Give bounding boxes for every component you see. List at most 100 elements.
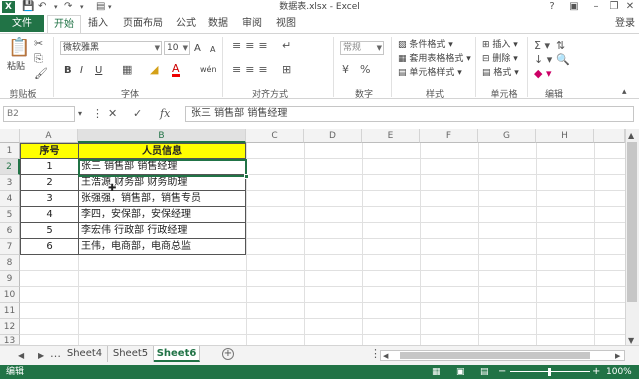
fill-icon[interactable]: ↓ ▾ [534, 54, 552, 66]
row-header[interactable]: 8 [0, 255, 20, 271]
ribbon-display-icon[interactable]: ▣ [563, 0, 585, 14]
table-cell-seq[interactable]: 1 [20, 159, 79, 175]
row-header[interactable]: 3 [0, 175, 20, 191]
header-cell-info[interactable]: 人员信息 [78, 143, 246, 159]
fill-color-icon[interactable]: ◢ [150, 64, 158, 76]
tab-home[interactable]: 开始 [47, 15, 81, 33]
collapse-ribbon-icon[interactable]: ▴ [622, 86, 627, 98]
name-box[interactable]: B2 [3, 106, 75, 122]
align-top-icons[interactable]: ≡≡≡ [232, 40, 272, 52]
scroll-left-icon[interactable]: ◀ [383, 350, 388, 362]
col-header-c[interactable]: C [246, 129, 304, 143]
grow-font-button[interactable]: A [194, 43, 201, 54]
row-header[interactable]: 6 [0, 223, 20, 239]
close-button[interactable]: ✕ [619, 0, 639, 14]
tab-formulas[interactable]: 公式 [172, 15, 200, 33]
scroll-right-icon[interactable]: ▶ [615, 350, 620, 362]
format-painter-icon[interactable]: 🖌 [34, 68, 48, 80]
table-cell-info[interactable]: 李宏伟 行政部 行政经理 [78, 223, 246, 239]
save-icon[interactable]: 💾 [22, 1, 34, 13]
shrink-font-button[interactable]: A [210, 44, 215, 55]
quick-access-icon[interactable]: ▤ [96, 1, 105, 13]
name-box-dropdown-icon[interactable]: ▾ [78, 108, 82, 120]
help-button[interactable]: ? [541, 0, 563, 14]
add-sheet-icon[interactable]: + [222, 348, 234, 360]
col-header-e[interactable]: E [362, 129, 420, 143]
phonetic-button[interactable]: wén [200, 64, 217, 75]
paste-icon[interactable]: 📋 [8, 38, 30, 58]
sort-filter-icon[interactable]: ⇅ [556, 40, 565, 52]
table-cell-info[interactable]: 王浩源 财务部 财务助理 [78, 175, 246, 191]
redo-dropdown-icon[interactable]: ▾ [80, 1, 84, 13]
sheet-next-icon[interactable]: ▶ [38, 350, 44, 362]
formula-input[interactable]: 张三 销售部 销售经理 [185, 106, 634, 122]
zoom-slider-thumb[interactable] [548, 368, 551, 376]
col-header-h[interactable]: H [536, 129, 594, 143]
page-break-view-icon[interactable]: ▤ [480, 366, 489, 378]
customize-qat-icon[interactable]: ▾ [108, 1, 112, 13]
tab-view[interactable]: 视图 [272, 15, 300, 33]
autosum-icon[interactable]: Σ ▾ [534, 40, 550, 52]
paste-button[interactable]: 粘贴 [7, 62, 25, 73]
sheet-more-icon[interactable]: … [50, 348, 61, 360]
undo-icon[interactable]: ↶ [38, 1, 46, 13]
tab-data[interactable]: 数据 [204, 15, 232, 33]
scroll-up-icon[interactable]: ▲ [628, 130, 634, 142]
table-cell-info[interactable]: 张强强，销售部，销售专员 [78, 191, 246, 207]
col-header-b[interactable]: B [78, 129, 246, 143]
redo-icon[interactable]: ↷ [64, 1, 72, 13]
find-select-icon[interactable]: 🔍 [556, 54, 570, 66]
table-cell-info[interactable]: 李四，安保部，安保经理 [78, 207, 246, 223]
italic-button[interactable]: I [80, 65, 83, 76]
tab-insert[interactable]: 插入 [84, 15, 112, 33]
zoom-level[interactable]: 100% [606, 365, 632, 379]
clear-icon[interactable]: ◆ ▾ [534, 68, 551, 80]
format-cells-button[interactable]: ▤ 格式 ▾ [482, 68, 519, 79]
tab-page-layout[interactable]: 页面布局 [118, 15, 168, 33]
borders-icon[interactable]: ▦ [122, 64, 132, 76]
copy-icon[interactable]: ⎘ [34, 53, 43, 65]
undo-dropdown-icon[interactable]: ▾ [54, 1, 58, 13]
tab-review[interactable]: 审阅 [238, 15, 266, 33]
table-cell-info[interactable]: 王伟，电商部，电商总监 [78, 239, 246, 255]
bold-button[interactable]: B [64, 65, 72, 76]
font-name-select[interactable]: 微软雅黑 ▼ [60, 41, 162, 55]
underline-button[interactable]: U [95, 65, 102, 76]
currency-icon[interactable]: ¥ [342, 64, 349, 76]
merge-icon[interactable]: ⊞ [282, 64, 291, 76]
delete-cells-button[interactable]: ⊟ 删除 ▾ [482, 54, 518, 65]
row-header[interactable]: 1 [0, 143, 20, 159]
font-size-select[interactable]: 10 ▼ [164, 41, 190, 55]
cell-styles-button[interactable]: ▤ 单元格样式 ▾ [398, 68, 462, 79]
page-layout-view-icon[interactable]: ▣ [456, 366, 465, 378]
cancel-icon[interactable]: ✕ [108, 108, 117, 120]
col-header-d[interactable]: D [304, 129, 362, 143]
fill-handle[interactable] [244, 174, 249, 179]
table-cell-seq[interactable]: 6 [20, 239, 79, 255]
row-header[interactable]: 9 [0, 271, 20, 287]
font-color-button[interactable]: A [172, 63, 180, 77]
row-header[interactable]: 11 [0, 303, 20, 319]
zoom-out-button[interactable]: − [498, 365, 506, 379]
table-cell-seq[interactable]: 4 [20, 207, 79, 223]
row-header[interactable]: 12 [0, 319, 20, 335]
table-cell-seq[interactable]: 5 [20, 223, 79, 239]
row-header[interactable]: 2 [0, 159, 20, 175]
header-cell-seq[interactable]: 序号 [20, 143, 79, 159]
sheet-tab[interactable]: Sheet4 [62, 346, 108, 362]
tab-file[interactable]: 文件 [0, 15, 44, 32]
row-header[interactable]: 5 [0, 207, 20, 223]
col-header-g[interactable]: G [478, 129, 536, 143]
col-header-i[interactable] [594, 129, 625, 143]
row-header[interactable]: 10 [0, 287, 20, 303]
insert-cells-button[interactable]: ⊞ 插入 ▾ [482, 40, 518, 51]
cut-icon[interactable]: ✂ [34, 38, 43, 50]
zoom-in-button[interactable]: + [592, 365, 600, 379]
sheet-tab-active[interactable]: Sheet6 [154, 346, 200, 362]
row-header[interactable]: 13 [0, 335, 20, 346]
table-cell-seq[interactable]: 3 [20, 191, 79, 207]
vertical-scroll-thumb[interactable] [627, 142, 637, 302]
wrap-text-icon[interactable]: ↵ [282, 40, 291, 52]
enter-icon[interactable]: ✓ [133, 108, 142, 120]
table-cell-seq[interactable]: 2 [20, 175, 79, 191]
